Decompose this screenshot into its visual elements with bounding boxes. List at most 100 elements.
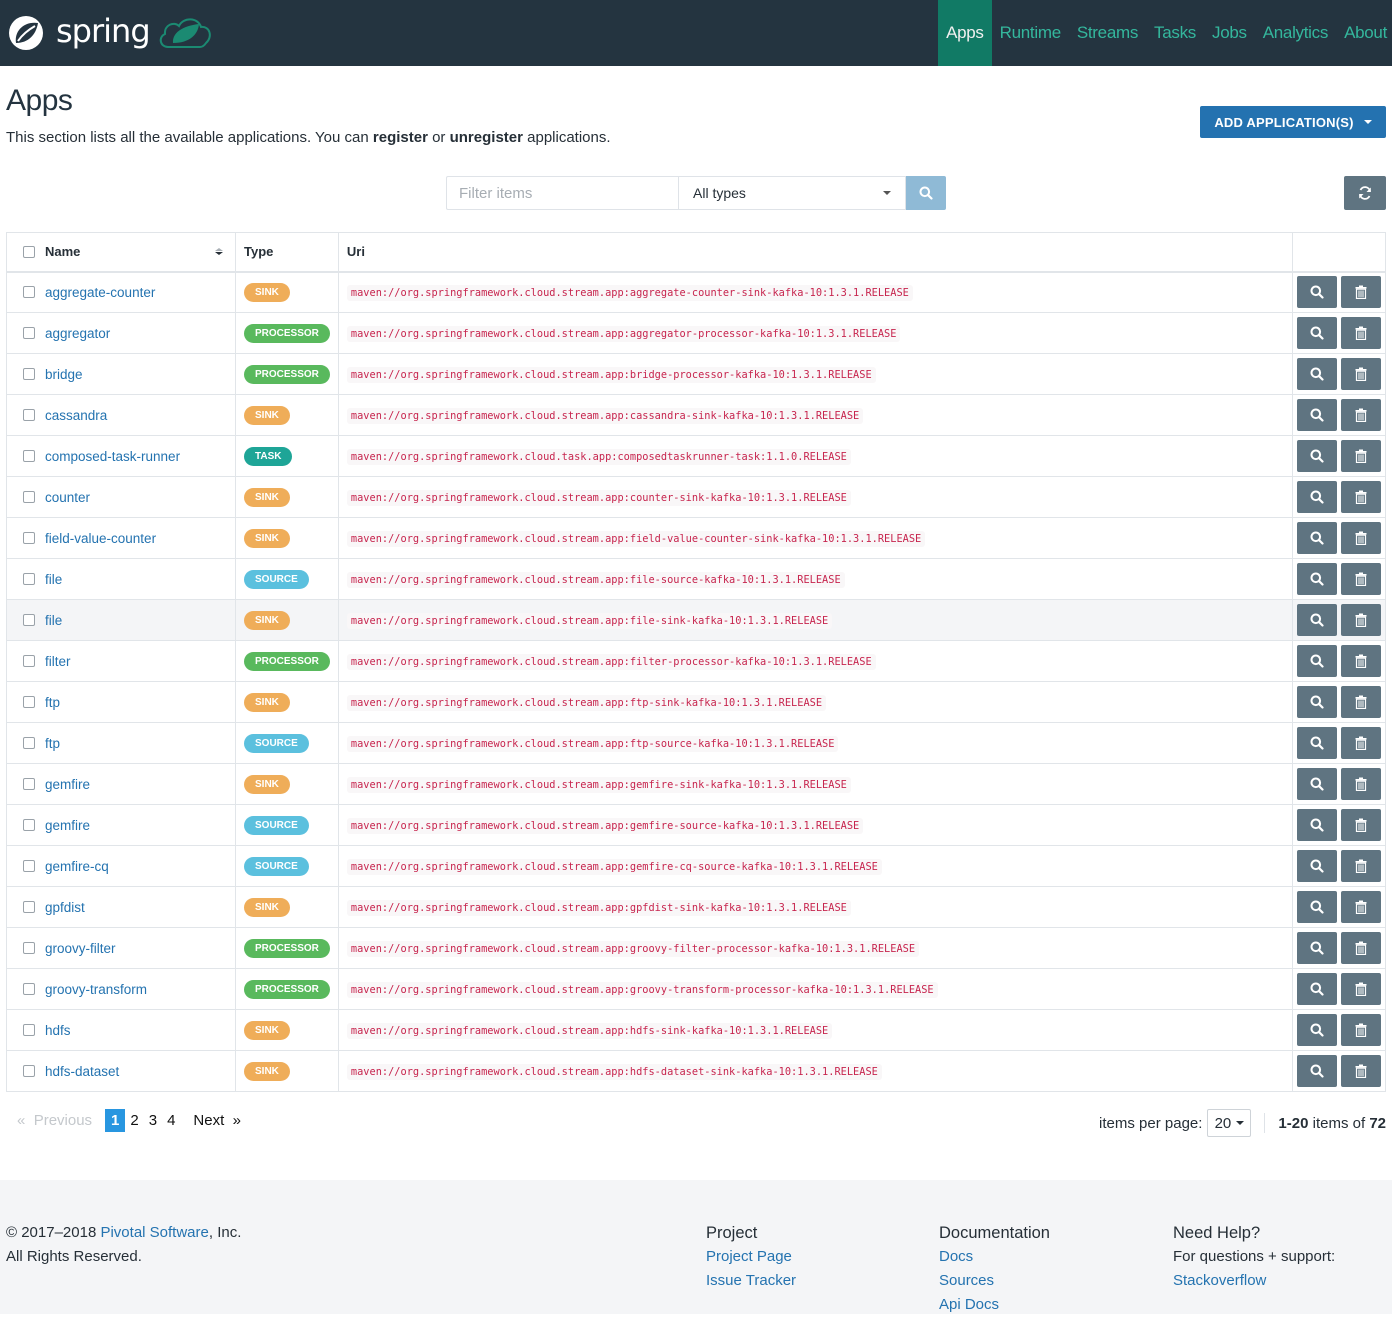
app-name-link[interactable]: gemfire-cq — [45, 859, 109, 874]
unregister-button[interactable] — [1341, 522, 1381, 554]
view-details-button[interactable] — [1297, 481, 1337, 513]
column-header-name[interactable]: Name — [6, 232, 236, 273]
previous-page-button[interactable]: « Previous — [12, 1109, 97, 1132]
app-name-link[interactable]: ftp — [45, 695, 60, 710]
row-checkbox[interactable] — [23, 614, 35, 626]
row-checkbox[interactable] — [23, 532, 35, 544]
app-name-link[interactable]: filter — [45, 654, 71, 669]
row-checkbox[interactable] — [23, 901, 35, 913]
unregister-button[interactable] — [1341, 1055, 1381, 1087]
row-checkbox[interactable] — [23, 286, 35, 299]
view-details-button[interactable] — [1297, 276, 1337, 309]
row-checkbox[interactable] — [23, 942, 35, 954]
view-details-button[interactable] — [1297, 932, 1337, 964]
row-checkbox[interactable] — [23, 860, 35, 872]
view-details-button[interactable] — [1297, 522, 1337, 554]
view-details-button[interactable] — [1297, 604, 1337, 636]
view-details-button[interactable] — [1297, 440, 1337, 472]
unregister-button[interactable] — [1341, 768, 1381, 800]
row-checkbox[interactable] — [23, 573, 35, 585]
row-checkbox[interactable] — [23, 450, 35, 462]
app-name-link[interactable]: groovy-filter — [45, 941, 116, 956]
app-name-link[interactable]: ftp — [45, 736, 60, 751]
nav-jobs[interactable]: Jobs — [1204, 0, 1255, 66]
view-details-button[interactable] — [1297, 686, 1337, 718]
add-applications-button[interactable]: ADD APPLICATION(S) — [1200, 106, 1386, 138]
view-details-button[interactable] — [1297, 768, 1337, 800]
unregister-button[interactable] — [1341, 604, 1381, 636]
unregister-button[interactable] — [1341, 440, 1381, 472]
unregister-button[interactable] — [1341, 1014, 1381, 1046]
page-2-button[interactable]: 2 — [125, 1109, 143, 1132]
items-per-page-select[interactable]: 20 — [1207, 1109, 1252, 1137]
unregister-button[interactable] — [1341, 276, 1381, 309]
app-name-link[interactable]: gpfdist — [45, 900, 85, 915]
app-name-link[interactable]: cassandra — [45, 408, 107, 423]
pivotal-link[interactable]: Pivotal Software — [100, 1224, 208, 1241]
nav-runtime[interactable]: Runtime — [992, 0, 1069, 66]
row-checkbox[interactable] — [23, 1024, 35, 1036]
app-name-link[interactable]: hdfs-dataset — [45, 1064, 119, 1079]
stackoverflow-link[interactable]: Stackoverflow — [1173, 1269, 1335, 1293]
row-checkbox[interactable] — [23, 655, 35, 667]
view-details-button[interactable] — [1297, 358, 1337, 390]
nav-analytics[interactable]: Analytics — [1255, 0, 1336, 66]
filter-input[interactable] — [446, 176, 678, 210]
unregister-button[interactable] — [1341, 645, 1381, 677]
unregister-button[interactable] — [1341, 399, 1381, 431]
app-name-link[interactable]: field-value-counter — [45, 531, 156, 546]
unregister-button[interactable] — [1341, 481, 1381, 513]
page-1-button[interactable]: 1 — [105, 1109, 126, 1132]
row-checkbox[interactable] — [23, 368, 35, 380]
sort-icon[interactable] — [215, 248, 223, 256]
unregister-button[interactable] — [1341, 809, 1381, 841]
row-checkbox[interactable] — [23, 1065, 35, 1077]
page-3-button[interactable]: 3 — [144, 1109, 162, 1132]
nav-tasks[interactable]: Tasks — [1146, 0, 1204, 66]
nav-apps[interactable]: Apps — [938, 0, 992, 66]
row-checkbox[interactable] — [23, 778, 35, 790]
unregister-button[interactable] — [1341, 727, 1381, 759]
unregister-button[interactable] — [1341, 891, 1381, 923]
unregister-button[interactable] — [1341, 850, 1381, 882]
unregister-button[interactable] — [1341, 932, 1381, 964]
app-name-link[interactable]: gemfire — [45, 777, 90, 792]
view-details-button[interactable] — [1297, 973, 1337, 1005]
app-name-link[interactable]: groovy-transform — [45, 982, 147, 997]
view-details-button[interactable] — [1297, 850, 1337, 882]
row-checkbox[interactable] — [23, 327, 35, 339]
page-4-button[interactable]: 4 — [162, 1109, 180, 1132]
row-checkbox[interactable] — [23, 696, 35, 708]
row-checkbox[interactable] — [23, 983, 35, 995]
view-details-button[interactable] — [1297, 317, 1337, 349]
app-name-link[interactable]: file — [45, 613, 62, 628]
nav-streams[interactable]: Streams — [1069, 0, 1146, 66]
app-name-link[interactable]: hdfs — [45, 1023, 71, 1038]
row-checkbox[interactable] — [23, 409, 35, 421]
view-details-button[interactable] — [1297, 645, 1337, 677]
app-name-link[interactable]: gemfire — [45, 818, 90, 833]
search-button[interactable] — [906, 176, 946, 210]
row-checkbox[interactable] — [23, 819, 35, 831]
nav-about[interactable]: About — [1336, 0, 1392, 66]
view-details-button[interactable] — [1297, 1055, 1337, 1087]
app-name-link[interactable]: aggregator — [45, 326, 110, 341]
next-page-button[interactable]: Next » — [188, 1109, 246, 1132]
row-checkbox[interactable] — [23, 491, 35, 503]
app-name-link[interactable]: bridge — [45, 367, 83, 382]
unregister-button[interactable] — [1341, 563, 1381, 595]
view-details-button[interactable] — [1297, 1014, 1337, 1046]
app-name-link[interactable]: aggregate-counter — [45, 285, 155, 300]
unregister-button[interactable] — [1341, 317, 1381, 349]
view-details-button[interactable] — [1297, 891, 1337, 923]
unregister-button[interactable] — [1341, 973, 1381, 1005]
project-page-link[interactable]: Project Page — [706, 1245, 796, 1269]
app-name-link[interactable]: counter — [45, 490, 90, 505]
type-select[interactable]: All types — [678, 176, 906, 210]
app-name-link[interactable]: file — [45, 572, 62, 587]
view-details-button[interactable] — [1297, 563, 1337, 595]
docs-link[interactable]: Docs — [939, 1245, 1050, 1269]
unregister-button[interactable] — [1341, 686, 1381, 718]
view-details-button[interactable] — [1297, 809, 1337, 841]
app-name-link[interactable]: composed-task-runner — [45, 449, 180, 464]
